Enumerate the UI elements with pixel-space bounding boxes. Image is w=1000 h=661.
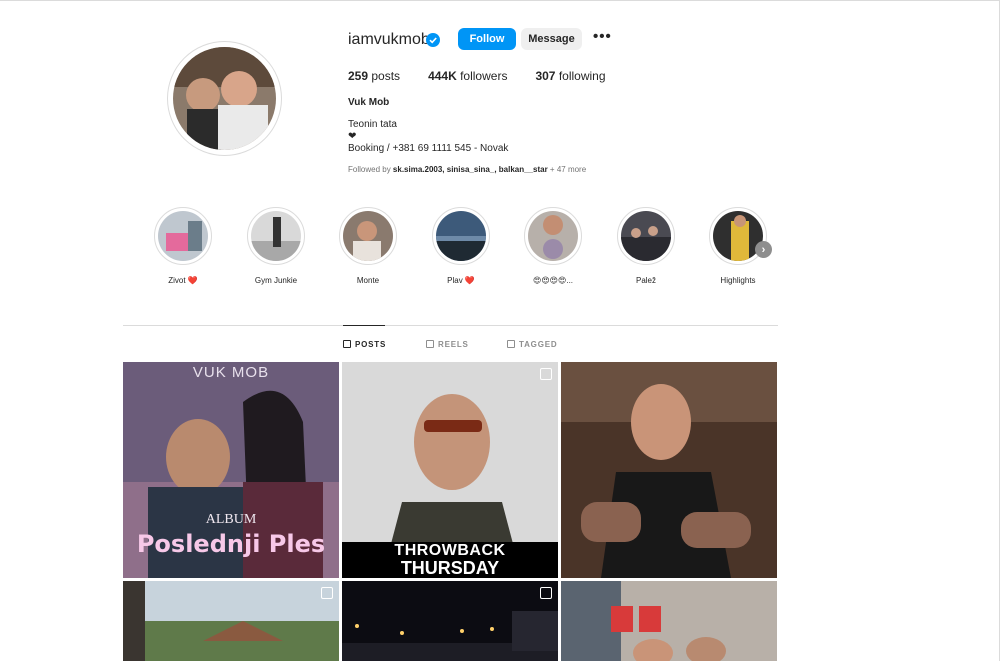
following-stat[interactable]: 307 following [535, 69, 605, 83]
following-label: following [558, 69, 606, 83]
highlight-label: Palež [635, 276, 656, 285]
tabs-divider [123, 325, 778, 326]
followed-by-users: sk.sima.2003, sinisa_sina_, balkan__star [392, 165, 548, 174]
post-caption-title: Poslednji Ples [136, 530, 326, 558]
followed-by[interactable]: Followed by sk.sima.2003, sinisa_sina_, … [348, 165, 586, 174]
followers-label: followers [460, 69, 508, 83]
active-tab-indicator [343, 325, 385, 326]
tab-tagged[interactable]: TAGGED [507, 338, 557, 350]
message-button[interactable]: Message [521, 28, 582, 50]
follow-button[interactable]: Follow [458, 28, 516, 50]
highlight-cover [432, 207, 490, 265]
profile-full-name: Vuk Mob [348, 97, 390, 108]
followers-count: 444K [428, 69, 457, 83]
multi-post-icon [540, 587, 552, 599]
followers-stat[interactable]: 444K followers [428, 69, 507, 83]
post-tile[interactable]: VUK MOB ALBUM Poslednji Ples [123, 362, 339, 578]
post-tile[interactable] [561, 581, 777, 661]
posts-label: posts [371, 69, 401, 83]
post-caption-bottom: THURSDAY [342, 558, 558, 578]
highlight-cover [247, 207, 305, 265]
bio-line: Teonin tata [348, 119, 397, 130]
posts-stat: 259 posts [348, 69, 400, 83]
post-tile[interactable] [123, 581, 339, 661]
followed-by-suffix: + 47 more [547, 165, 587, 174]
multi-post-icon [321, 587, 333, 599]
following-count: 307 [535, 69, 556, 83]
profile-username: iamvukmob [348, 31, 430, 48]
highlight-item[interactable]: Gym Junkie [236, 207, 316, 292]
top-border [0, 0, 1000, 1]
post-tile[interactable] [342, 581, 558, 661]
highlight-cover [154, 207, 212, 265]
highlight-item[interactable]: Zivot ❤️ [143, 207, 223, 292]
highlight-label: Plav ❤️ [447, 276, 475, 285]
tab-posts[interactable]: POSTS [343, 338, 386, 350]
tab-reels[interactable]: REELS [426, 338, 469, 350]
heart-icon: ❤ [348, 131, 357, 142]
tab-posts-label: POSTS [355, 339, 387, 349]
highlight-cover [617, 207, 675, 265]
highlight-cover [524, 207, 582, 265]
tab-reels-label: REELS [438, 339, 469, 349]
post-caption-mid: ALBUM [205, 512, 257, 527]
highlight-cover [339, 207, 397, 265]
bio-booking-line: Booking / +381 69 1111 545 - Novak [348, 143, 509, 154]
highlight-label: Gym Junkie [254, 276, 298, 285]
profile-avatar[interactable] [167, 41, 282, 156]
grid-icon [343, 340, 351, 348]
reels-badge-icon [540, 368, 552, 380]
avatar [173, 47, 276, 150]
highlight-item[interactable]: Palež [606, 207, 686, 292]
followed-by-prefix: Followed by [348, 165, 393, 174]
highlight-label: Monte [356, 276, 380, 285]
post-tile[interactable] [561, 362, 777, 578]
post-tile[interactable]: THROWBACK THURSDAY [342, 362, 558, 578]
highlight-label: Zivot ❤️ [168, 276, 198, 285]
highlight-label: Highlights [720, 276, 756, 285]
highlight-item[interactable]: 😍😍😍😍... [513, 207, 593, 292]
reels-icon [426, 340, 434, 348]
post-caption-top: VUK MOB [192, 364, 270, 381]
highlight-label: 😍😍😍😍... [532, 276, 574, 285]
verified-badge-icon [426, 33, 440, 47]
highlight-item[interactable]: Plav ❤️ [421, 207, 501, 292]
tagged-icon [507, 340, 515, 348]
highlight-item[interactable]: Monte [328, 207, 408, 292]
chevron-right-icon[interactable]: › [755, 241, 772, 258]
tab-tagged-label: TAGGED [519, 339, 558, 349]
more-options-icon[interactable]: ••• [593, 29, 611, 46]
posts-count: 259 [348, 69, 369, 83]
profile-stats: 259 posts 444K followers 307 following [348, 69, 634, 83]
